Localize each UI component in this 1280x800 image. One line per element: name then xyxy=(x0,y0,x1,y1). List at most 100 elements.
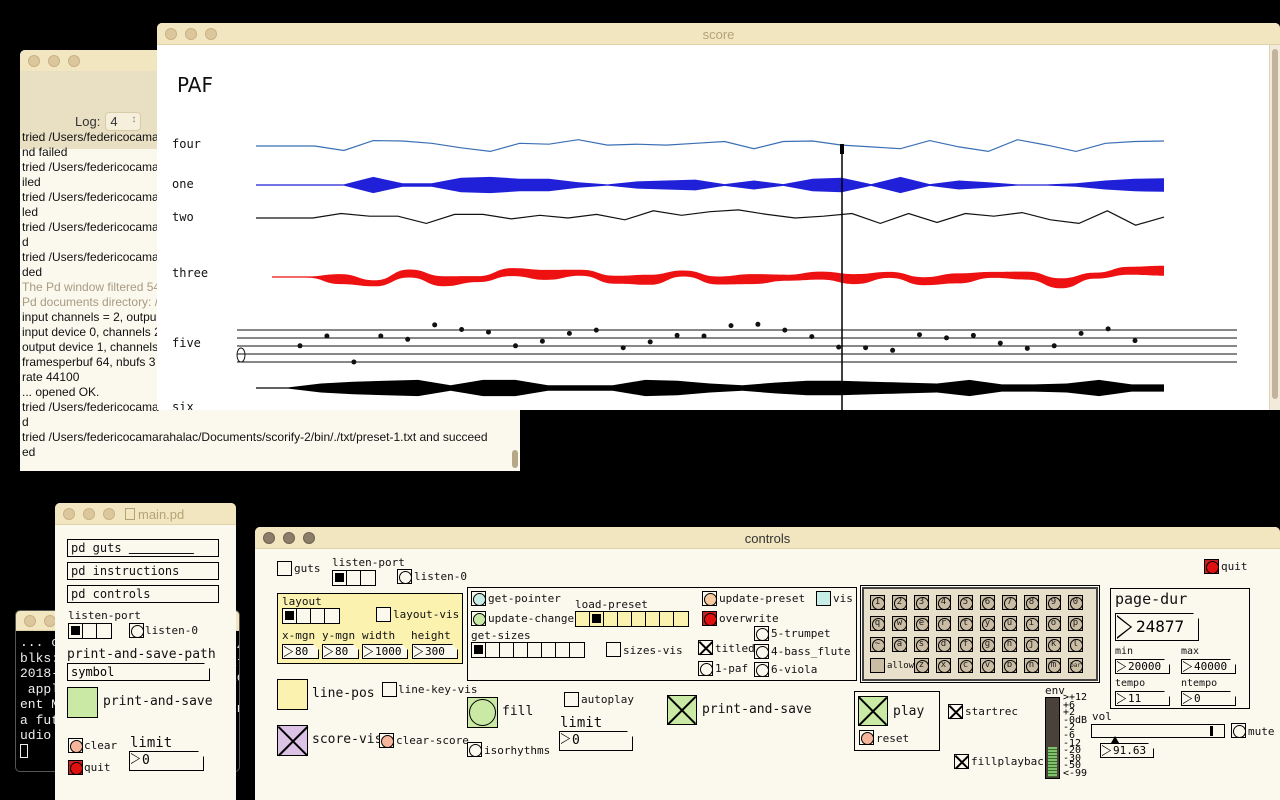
key-7-bang[interactable]: 7 xyxy=(1002,595,1017,610)
score-titlebar[interactable]: score xyxy=(157,23,1280,45)
log-scrollbar[interactable] xyxy=(512,450,518,468)
radio-cell[interactable] xyxy=(472,643,486,657)
minimize-button[interactable] xyxy=(83,508,95,520)
height-number[interactable]: 300 xyxy=(412,644,458,659)
key-5-bang[interactable]: 5 xyxy=(958,595,973,610)
key-o-bang[interactable]: o xyxy=(1046,616,1061,631)
print-and-save-toggle[interactable] xyxy=(667,695,697,725)
key-x-bang[interactable]: x xyxy=(936,658,951,673)
overwrite-bang[interactable] xyxy=(702,611,717,626)
scrollbar-thumb[interactable] xyxy=(1272,49,1278,399)
score-canvas[interactable]: PAF four one two three five six xyxy=(157,45,1269,410)
listen-bang[interactable] xyxy=(397,569,412,584)
pd-controls-object[interactable]: pd controls xyxy=(67,585,219,603)
radio-cell[interactable] xyxy=(570,643,584,657)
key-1-bang[interactable]: 1 xyxy=(870,595,885,610)
key-v-bang[interactable]: v xyxy=(980,658,995,673)
key-r-bang[interactable]: r xyxy=(936,616,951,631)
radio-cell[interactable] xyxy=(528,643,542,657)
listen-port-radio[interactable] xyxy=(332,570,376,586)
allow-toggle[interactable] xyxy=(870,658,885,673)
log-level-select[interactable]: 4 ↕ xyxy=(105,112,142,131)
radio-cell[interactable] xyxy=(646,612,660,626)
print-path-symbol[interactable]: symbol xyxy=(67,663,210,681)
close-button[interactable] xyxy=(63,508,75,520)
width-number[interactable]: 1000 xyxy=(362,644,408,659)
key-a-bang[interactable]: a xyxy=(892,637,907,652)
key-z-bang[interactable]: z xyxy=(914,658,929,673)
controls-titlebar[interactable]: controls xyxy=(255,527,1280,549)
instrument-5-trumpet-bang[interactable] xyxy=(754,626,769,641)
key-3-bang[interactable]: 3 xyxy=(914,595,929,610)
ntempo-number[interactable]: 0 xyxy=(1181,691,1236,706)
key-c-bang[interactable]: c xyxy=(958,658,973,673)
key-l-bang[interactable]: l xyxy=(1068,637,1083,652)
key-4-bang[interactable]: 4 xyxy=(936,595,951,610)
key-y-bang[interactable]: y xyxy=(980,616,995,631)
vis-toggle[interactable] xyxy=(816,591,831,606)
min-number[interactable]: 20000 xyxy=(1115,659,1170,674)
zoom-button[interactable] xyxy=(103,508,115,520)
playhead-marker[interactable] xyxy=(840,144,844,154)
key-bar-bang[interactable]: bar xyxy=(1068,658,1083,673)
instrument-6-viola-bang[interactable] xyxy=(754,662,769,677)
vol-number[interactable]: 91.63 xyxy=(1100,743,1154,758)
radio-cell[interactable] xyxy=(618,612,632,626)
key-n-bang[interactable]: n xyxy=(1024,658,1039,673)
key-j-bang[interactable]: j xyxy=(1024,637,1039,652)
load-preset-radio[interactable] xyxy=(575,611,689,627)
listen-port-radio[interactable] xyxy=(68,623,112,639)
line-pos-bang[interactable] xyxy=(277,679,308,710)
radio-cell[interactable] xyxy=(486,643,500,657)
fillplayback-toggle[interactable] xyxy=(954,754,969,769)
titled-toggle[interactable] xyxy=(698,640,713,655)
close-button[interactable] xyxy=(28,55,40,67)
close-button[interactable] xyxy=(24,615,36,627)
key-6-bang[interactable]: 6 xyxy=(980,595,995,610)
key-8-bang[interactable]: 8 xyxy=(1024,595,1039,610)
score-vis-toggle[interactable] xyxy=(277,725,308,756)
x-mgn-number[interactable]: 80 xyxy=(282,644,319,659)
isorhythms-bang[interactable] xyxy=(467,742,482,757)
radio-cell[interactable] xyxy=(590,612,604,626)
page-dur-number[interactable]: 24877 xyxy=(1115,613,1199,641)
limit-number[interactable]: 0 xyxy=(559,731,633,751)
limit-number[interactable]: 0 xyxy=(129,751,204,771)
radio-cell[interactable] xyxy=(514,643,528,657)
key-u-bang[interactable]: u xyxy=(1002,616,1017,631)
instrument-1-paf-bang[interactable] xyxy=(698,661,713,676)
fill-bang[interactable] xyxy=(467,697,498,728)
key-9-bang[interactable]: 9 xyxy=(1046,595,1061,610)
key-d-bang[interactable]: d xyxy=(936,637,951,652)
guts-toggle[interactable] xyxy=(277,561,292,576)
radio-cell[interactable] xyxy=(604,612,618,626)
radio-cell[interactable] xyxy=(542,643,556,657)
instrument-4-bass-flute-bang[interactable] xyxy=(754,644,769,659)
radio-cell[interactable] xyxy=(576,612,590,626)
key-i-bang[interactable]: i xyxy=(1024,616,1039,631)
key-0-bang[interactable]: 0 xyxy=(1068,595,1083,610)
key-s-bang[interactable]: s xyxy=(914,637,929,652)
radio-cell[interactable] xyxy=(674,612,688,626)
max-number[interactable]: 40000 xyxy=(1181,659,1236,674)
pd-instructions-object[interactable]: pd instructions xyxy=(67,562,219,580)
clear-bang[interactable] xyxy=(68,738,83,753)
get-sizes-radio[interactable] xyxy=(471,642,585,658)
key-2-bang[interactable]: 2 xyxy=(892,595,907,610)
update-preset-bang[interactable] xyxy=(702,591,717,606)
quit-bang[interactable] xyxy=(1204,559,1219,574)
tempo-number[interactable]: 11 xyxy=(1115,691,1170,706)
score-scrollbar[interactable] xyxy=(1269,45,1280,410)
reset-bang[interactable] xyxy=(859,730,874,745)
key-k-bang[interactable]: k xyxy=(1046,637,1061,652)
update-changes-bang[interactable] xyxy=(471,611,486,626)
line-key-vis-toggle[interactable] xyxy=(382,682,397,697)
key-e-bang[interactable]: e xyxy=(914,616,929,631)
key-g-bang[interactable]: g xyxy=(980,637,995,652)
key-w-bang[interactable]: w xyxy=(892,616,907,631)
key-h-bang[interactable]: h xyxy=(1002,637,1017,652)
listen-bang[interactable] xyxy=(129,623,144,638)
key-t-bang[interactable]: t xyxy=(958,616,973,631)
sizes-vis-toggle[interactable] xyxy=(606,642,621,657)
layout-radio[interactable] xyxy=(282,608,340,624)
